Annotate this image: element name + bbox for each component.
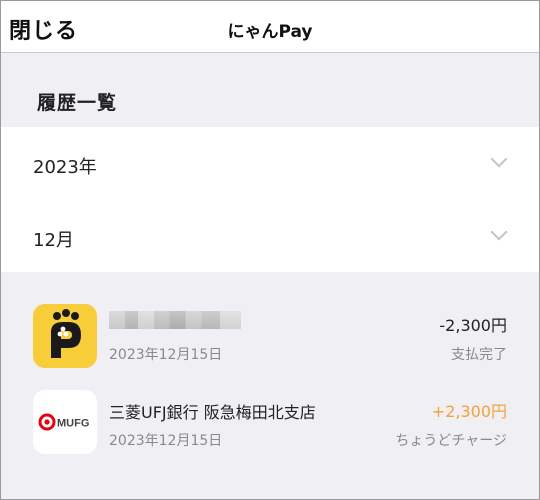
page-title: にゃんPay <box>227 22 313 42</box>
section-title: 履歴一覧 <box>37 92 118 114</box>
chevron-down-icon <box>490 150 508 168</box>
transaction-list: 2023年12月15日 -2,300円 支払完了 MUFG 三菱UFJ銀行 阪急… <box>1 272 539 499</box>
transaction-amount: -2,300円 <box>439 316 507 335</box>
month-value: 12月 <box>33 230 74 251</box>
year-select[interactable]: 2023年 <box>1 127 539 200</box>
cat-paw-app-icon <box>33 304 97 368</box>
svg-text:MUFG: MUFG <box>57 418 89 430</box>
redacted-merchant-name <box>109 311 241 329</box>
transaction-merchant-name: 三菱UFJ銀行 阪急梅田北支店 <box>109 403 316 422</box>
transaction-date: 2023年12月15日 <box>109 347 223 363</box>
transaction-row[interactable]: 2023年12月15日 -2,300円 支払完了 <box>1 300 539 386</box>
transaction-status: ちょうどチャージ <box>395 433 507 449</box>
transaction-row[interactable]: MUFG 三菱UFJ銀行 阪急梅田北支店 2023年12月15日 +2,300円… <box>1 386 539 472</box>
transaction-date: 2023年12月15日 <box>109 433 223 449</box>
app-frame: 閉じる にゃんPay 履歴一覧 2023年 12月 2023年12月15日 -2… <box>0 0 540 500</box>
year-value: 2023年 <box>33 157 97 178</box>
header: 閉じる にゃんPay <box>1 1 539 53</box>
transaction-amount: +2,300円 <box>431 402 507 421</box>
section-header: 履歴一覧 <box>1 54 539 127</box>
chevron-down-icon <box>490 223 508 241</box>
month-select[interactable]: 12月 <box>1 200 539 272</box>
mufg-logo-icon: MUFG <box>33 390 97 454</box>
transaction-status: 支払完了 <box>451 347 507 363</box>
